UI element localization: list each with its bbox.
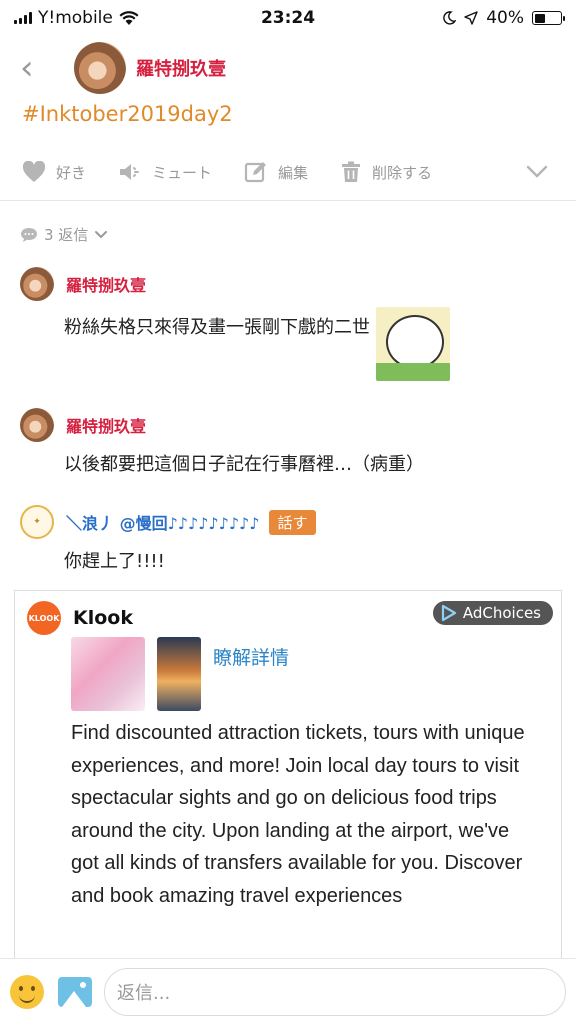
speaker-mute-icon [120, 164, 140, 180]
comment: ✦ ＼浪丿 @慢回♪♪♪♪♪♪♪♪♪ 話す 你趕上了!!!! [20, 505, 560, 573]
action-bar: 好き ミュート 編集 削除する [0, 154, 576, 190]
image-icon[interactable] [58, 976, 92, 1007]
speak-badge[interactable]: 話す [269, 509, 316, 535]
comment-text: 粉絲失格只來得及畫一張剛下戲的二世 [64, 317, 370, 338]
comment-header: ✦ ＼浪丿 @慢回♪♪♪♪♪♪♪♪♪ 話す [20, 505, 560, 539]
chevron-down-icon[interactable] [526, 165, 548, 179]
ad-header: KLOOK Klook [27, 601, 133, 635]
sponsored-ad-card[interactable]: KLOOK Klook AdChoices 瞭解詳情 Find discount… [14, 590, 562, 960]
comment-text: 以後都要把這個日子記在行事曆裡…（病重） [64, 454, 424, 475]
edit-label: 編集 [278, 163, 309, 182]
battery-level [534, 13, 545, 23]
comment-body: 你趕上了!!!! [64, 547, 560, 573]
carrier-label: Y!mobile [38, 8, 113, 28]
ad-image[interactable] [157, 637, 201, 711]
comment-author[interactable]: 羅特捌玖壹 [66, 272, 146, 296]
avatar[interactable] [20, 267, 54, 301]
author-name[interactable]: 羅特捌玖壹 [136, 55, 226, 81]
comment-author[interactable]: ＼浪丿 @慢回♪♪♪♪♪♪♪♪♪ [66, 510, 259, 534]
reply-composer: 返信... [0, 958, 576, 1024]
comment-sticker-image[interactable] [376, 307, 450, 381]
reply-count-label: 3 返信 [44, 226, 89, 244]
mute-button[interactable]: ミュート [118, 161, 212, 183]
comment-header: 羅特捌玖壹 [20, 408, 560, 442]
learn-more-link[interactable]: 瞭解詳情 [213, 643, 289, 670]
trash-icon [342, 161, 361, 182]
adchoices-icon [441, 604, 456, 622]
post-header: ‹ 羅特捌玖壹 [0, 38, 576, 98]
edit-button[interactable]: 編集 [244, 161, 308, 183]
ad-media: 瞭解詳情 [71, 637, 289, 711]
avatar[interactable]: ✦ [20, 505, 54, 539]
reply-input[interactable]: 返信... [104, 967, 566, 1016]
ad-brand-name[interactable]: Klook [73, 607, 133, 629]
status-bar: Y!mobile 23:24 40% [0, 0, 576, 36]
comment: 羅特捌玖壹 以後都要把這個日子記在行事曆裡…（病重） [20, 408, 560, 476]
reply-count-toggle[interactable]: 3 返信 [20, 224, 108, 245]
edit-icon [244, 162, 267, 183]
adchoices-button[interactable]: AdChoices [432, 601, 553, 625]
comment-text: 你趕上了!!!! [64, 551, 165, 572]
like-label: 好き [56, 163, 87, 182]
comment-header: 羅特捌玖壹 [20, 267, 560, 301]
chevron-down-icon [95, 230, 108, 238]
ad-image[interactable] [71, 637, 145, 711]
avatar[interactable] [20, 408, 54, 442]
signal-icon [14, 12, 32, 24]
delete-button[interactable]: 削除する [340, 161, 432, 183]
emoji-icon[interactable] [10, 974, 44, 1009]
location-arrow-icon [464, 11, 478, 25]
ad-description: Find discounted attraction tickets, tour… [71, 722, 525, 907]
battery-icon [532, 11, 565, 25]
comment-body: 以後都要把這個日子記在行事曆裡…（病重） [64, 450, 560, 476]
clock: 23:24 [260, 8, 316, 28]
adchoices-label: AdChoices [462, 604, 541, 622]
wifi-icon [119, 11, 139, 25]
battery-percent: 40% [486, 8, 524, 28]
moon-icon [443, 11, 457, 25]
heart-icon [22, 161, 46, 182]
like-button[interactable]: 好き [22, 161, 86, 183]
author-avatar[interactable] [74, 42, 126, 94]
comment-body: 粉絲失格只來得及畫一張剛下戲的二世 [64, 307, 560, 381]
klook-logo[interactable]: KLOOK [27, 601, 61, 635]
comment-author[interactable]: 羅特捌玖壹 [66, 413, 146, 437]
mute-label: ミュート [152, 163, 213, 182]
comment: 羅特捌玖壹 粉絲失格只來得及畫一張剛下戲的二世 [20, 267, 560, 381]
post-hashtag[interactable]: #Inktober2019day2 [22, 102, 233, 126]
status-right: 40% [442, 8, 565, 28]
delete-label: 削除する [372, 163, 433, 182]
divider [0, 200, 576, 201]
status-left: Y!mobile [14, 8, 139, 28]
speech-bubble-icon [21, 227, 37, 242]
chevron-left-icon[interactable]: ‹ [20, 51, 60, 85]
